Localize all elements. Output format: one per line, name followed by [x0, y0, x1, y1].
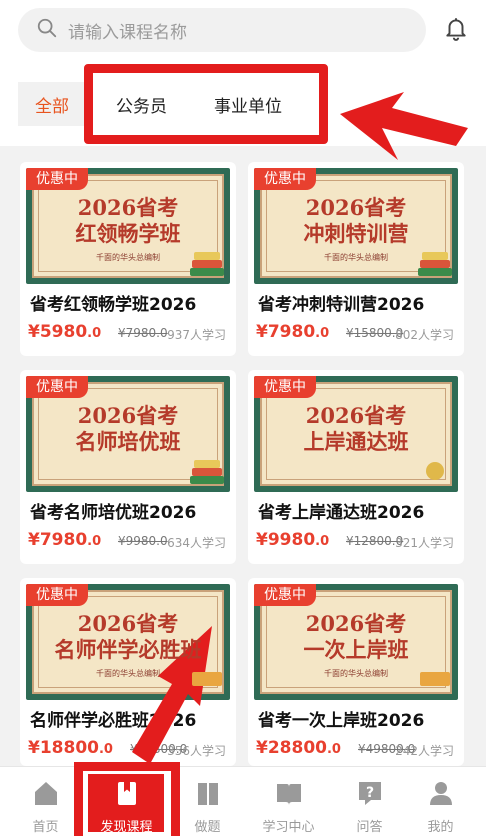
question-icon: ?	[355, 778, 385, 812]
learner-count: 634人学习	[167, 536, 226, 550]
price-integer: ¥9980	[256, 530, 316, 550]
books-icon	[418, 248, 452, 276]
search-placeholder: 请输入课程名称	[68, 22, 187, 43]
learner-count: 321人学习	[395, 536, 454, 550]
discount-badge: 优惠中	[26, 168, 88, 190]
price-integer: ¥5980	[28, 322, 88, 342]
course-price: ¥7980.0	[256, 322, 329, 342]
discount-badge: 优惠中	[26, 584, 88, 606]
thumb-course-name: 名师培优班	[75, 429, 181, 454]
thumb-course-name: 一次上岸班	[303, 637, 409, 662]
course-title: 省考一次上岸班2026	[258, 711, 425, 731]
search-icon	[36, 17, 58, 43]
learner-count: 937人学习	[167, 328, 226, 342]
thumb-course-name: 上岸通达班	[303, 429, 409, 454]
nav-study-center[interactable]: 学习中心	[248, 766, 329, 836]
price-integer: ¥18800	[28, 738, 99, 758]
open-book-icon	[274, 778, 304, 812]
nav-label: 学习中心	[262, 820, 315, 835]
course-card[interactable]: 优惠中 2026省考 上岸通达班 省考上岸通达班2026 ¥9980.0 ¥12…	[248, 370, 464, 564]
nav-qa[interactable]: ? 问答	[329, 766, 410, 836]
course-thumbnail: 优惠中 2026省考 名师伴学必胜班 千面的华头总编制	[26, 584, 230, 700]
price-decimal: .0	[87, 534, 102, 549]
course-title: 省考上岸通达班2026	[258, 503, 425, 523]
thumb-course-name: 红领畅学班	[75, 221, 181, 246]
bell-icon[interactable]	[440, 12, 472, 44]
notebook-icon	[190, 664, 224, 692]
nav-label: 我的	[427, 820, 454, 835]
price-decimal: .0	[98, 742, 113, 757]
course-price: ¥9980.0	[256, 530, 329, 550]
course-thumbnail: 优惠中 2026省考 红领畅学班 千面的华头总编制	[26, 168, 230, 284]
medal-icon	[418, 456, 452, 484]
books-icon	[190, 456, 224, 484]
home-icon	[31, 778, 61, 812]
course-card[interactable]: 优惠中 2026省考 名师伴学必胜班 千面的华头总编制 名师伴学必胜班2026 …	[20, 578, 236, 766]
course-thumbnail: 优惠中 2026省考 一次上岸班 千面的华头总编制	[254, 584, 458, 700]
course-title: 名师伴学必胜班2026	[30, 711, 197, 731]
price-integer: ¥28800	[256, 738, 327, 758]
thumb-course-name: 名师伴学必胜班	[54, 637, 202, 662]
price-decimal: .0	[315, 326, 330, 341]
course-thumbnail: 优惠中 2026省考 冲刺特训营 千面的华头总编制	[254, 168, 458, 284]
price-decimal: .0	[315, 534, 330, 549]
course-title: 省考冲刺特训营2026	[258, 295, 425, 315]
annotation-nav-outline	[74, 762, 180, 836]
course-price: ¥28800.0	[256, 738, 341, 758]
books-icon	[193, 778, 223, 812]
user-icon	[426, 778, 456, 812]
price-integer: ¥7980	[256, 322, 316, 342]
app-screen: 请输入课程名称 全部 公务员 事业单位 优惠中 2026省考 红领畅学班 千面的…	[0, 0, 486, 836]
course-price: ¥7980.0	[28, 530, 101, 550]
course-card[interactable]: 优惠中 2026省考 一次上岸班 千面的华头总编制 省考一次上岸班2026 ¥2…	[248, 578, 464, 766]
course-card[interactable]: 优惠中 2026省考 冲刺特训营 千面的华头总编制 省考冲刺特训营2026 ¥7…	[248, 162, 464, 356]
discount-badge: 优惠中	[254, 376, 316, 398]
course-title: 省考名师培优班2026	[30, 503, 197, 523]
price-decimal: .0	[87, 326, 102, 341]
notebook-icon	[190, 248, 224, 276]
notebook-icon	[418, 664, 452, 692]
nav-label: 做题	[194, 820, 221, 835]
original-price: ¥9980.0	[118, 534, 168, 548]
nav-label: 首页	[32, 820, 59, 835]
discount-badge: 优惠中	[254, 168, 316, 190]
thumb-course-name: 冲刺特训营	[303, 221, 409, 246]
search-input[interactable]: 请输入课程名称	[18, 8, 426, 52]
svg-text:?: ?	[365, 785, 373, 801]
course-price: ¥18800.0	[28, 738, 113, 758]
learner-count: 356人学习	[167, 744, 226, 758]
nav-profile[interactable]: 我的	[400, 766, 481, 836]
course-thumbnail: 优惠中 2026省考 上岸通达班	[254, 376, 458, 492]
header: 请输入课程名称	[0, 0, 486, 60]
tab-all[interactable]: 全部	[18, 82, 86, 126]
price-integer: ¥7980	[28, 530, 88, 550]
original-price: ¥7980.0	[118, 326, 168, 340]
annotation-highlight-box	[84, 64, 328, 144]
learner-count: 242人学习	[395, 744, 454, 758]
nav-label: 问答	[356, 820, 383, 835]
course-price: ¥5980.0	[28, 322, 101, 342]
discount-badge: 优惠中	[254, 584, 316, 606]
course-title: 省考红领畅学班2026	[30, 295, 197, 315]
discount-badge: 优惠中	[26, 376, 88, 398]
learner-count: 802人学习	[395, 328, 454, 342]
course-card[interactable]: 优惠中 2026省考 红领畅学班 千面的华头总编制 省考红领畅学班2026 ¥5…	[20, 162, 236, 356]
course-thumbnail: 优惠中 2026省考 名师培优班	[26, 376, 230, 492]
price-decimal: .0	[326, 742, 341, 757]
course-card[interactable]: 优惠中 2026省考 名师培优班 省考名师培优班2026 ¥7980.0 ¥99…	[20, 370, 236, 564]
